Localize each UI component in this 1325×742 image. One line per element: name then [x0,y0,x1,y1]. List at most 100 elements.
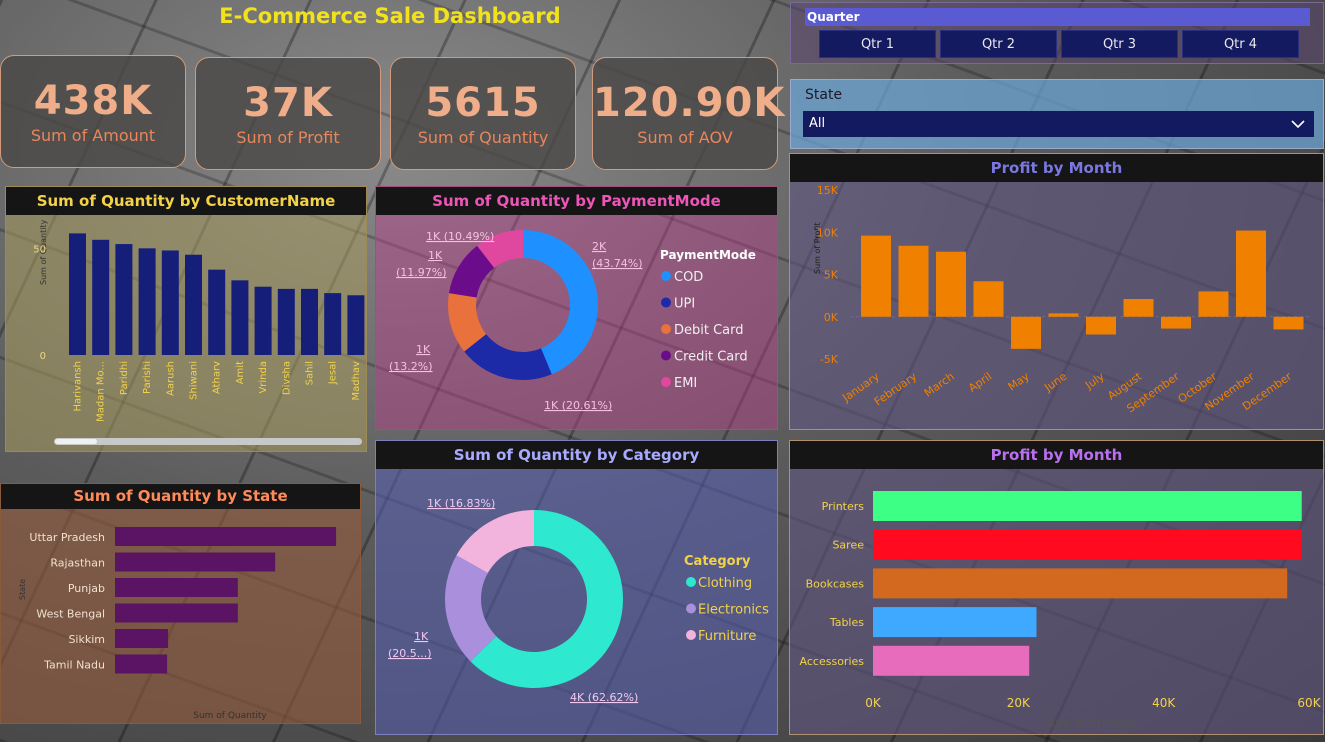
month-ytick-label: 0K [824,311,839,324]
horizontal-scrollbar[interactable] [54,438,362,445]
dashboard-title: E-Commerce Sale Dashboard [219,4,561,28]
payment-legend-marker [661,297,671,308]
product-xtick-label: 60K [1297,696,1321,710]
customer-bar [347,295,365,355]
month-bar [1048,313,1079,317]
payment-data-label: 1K [428,249,443,262]
scrollbar-thumb[interactable] [55,439,97,444]
profit-month-chart: Sum of Profit -5K0K5K10K15KJanuaryFebrua… [813,184,1310,415]
chevron-down-icon [1290,111,1306,147]
month-bar [1273,316,1304,330]
category-data-label: 1K [414,630,429,643]
kpi-card-aov[interactable]: 120.90K Sum of AOV [592,57,784,170]
category-legend-marker [686,630,696,640]
state-category-label: Punjab [68,582,105,595]
month-ytick-label: 15K [817,184,839,197]
kpi-card-amount[interactable]: 438K Sum of Amount [0,55,186,168]
category-legend-label: Clothing [698,576,752,591]
profit-month-panel: Profit by Month Sum of Profit -5K 0K 5K 10K… [789,153,1324,430]
customer-category-label: Vrinda [258,361,269,394]
state-dropdown-value: All [809,116,826,131]
payment-legend-label: COD [674,270,703,285]
customer-category-label: Sahil [305,361,316,385]
product-bar [873,607,1037,638]
customer-category-label: Harivansh [73,361,84,411]
customer-bar [185,254,202,355]
product-category-label: Bookcases [806,577,865,590]
customer-ytick-label: 0 [40,351,46,362]
state-slicer: State All [790,79,1324,149]
quarter-button-q3[interactable]: Qtr 3 [1061,30,1178,58]
payment-data-label: (13.2%) [389,360,433,373]
month-category-label: July [1082,370,1107,393]
month-category-label: March [922,370,957,400]
customer-category-label: Parishi [142,361,153,394]
customer-bar [254,286,272,355]
state-bar [115,654,168,674]
customer-bar [324,293,342,355]
category-legend-marker [686,603,696,614]
month-bar [1123,299,1154,317]
state-category-label: Sikkim [68,633,105,646]
customer-bar [69,233,86,355]
quarter-button-q2[interactable]: Qtr 2 [940,30,1057,58]
product-bar [873,529,1302,560]
customer-chart: Sum of Quantity 050Harivansh Madan Mo... P… [33,219,365,445]
kpi-card-profit[interactable]: 37K Sum of Profit [195,57,381,170]
month-bar [898,245,929,317]
state-category-label: West Bengal [36,608,105,621]
product-category-label: Tables [829,616,864,629]
state-xlabel: Sum of Quantity [193,711,267,721]
payment-legend-marker [661,324,671,334]
kpi-label: Sum of Profit [236,128,340,147]
payment-legend-label: Debit Card [674,323,744,338]
product-category-label: Printers [822,500,865,513]
product-xtick-label: 0K [865,696,882,710]
customer-bar [92,239,110,355]
state-chart-panel: Sum of Quantity by State State Sum of Qu… [0,483,361,724]
quarter-button-q1[interactable]: Qtr 1 [819,30,936,58]
customer-ytick-label: 50 [33,244,46,255]
state-ylabel: State [18,579,27,600]
month-bar [1198,291,1229,317]
product-category-label: Accessories [800,655,865,668]
product-chart-panel: Profit by Month Sum of Amount Printers Sa… [789,440,1324,735]
month-category-label: May [1006,370,1032,394]
state-slicer-label: State [805,87,843,103]
customer-category-label: Aarush [165,361,176,396]
customer-bar [115,244,133,355]
kpi-value: 37K [243,80,333,126]
category-legend-label: Furniture [698,629,756,644]
customer-category-label: Amit [235,361,246,384]
payment-legend-marker [661,350,671,361]
kpi-card-quantity[interactable]: 5615 Sum of Quantity [390,57,576,170]
customer-category-label: Madhav [351,361,362,401]
state-bar [115,603,238,623]
category-data-label: 4K (62.62%) [570,691,638,704]
payment-data-label: 1K [416,343,431,356]
product-bar [873,568,1288,599]
product-bar [873,491,1302,521]
state-category-label: Tamil Nadu [43,659,105,672]
customer-category-label: Madan Mo... [96,361,107,422]
quarter-slicer: Quarter Qtr 1 Qtr 2 Qtr 3 Qtr 4 [790,2,1324,64]
state-bar [115,578,238,597]
quarter-slicer-header: Quarter [805,8,1310,26]
customer-bar [208,269,226,355]
category-data-label: (20.5...) [388,647,432,660]
product-chart: Sum of Amount Printers Saree Bookcases Tabl… [800,491,1322,730]
category-legend-title: Category [684,554,751,569]
customer-bar [277,288,295,355]
payment-legend-label: Credit Card [674,350,748,365]
customer-category-label: Paridhi [119,361,130,395]
state-bar [115,552,276,572]
customer-category-label: Atharv [212,361,223,394]
customer-bar [301,288,318,355]
customer-category-label: Shiwani [189,361,200,400]
month-bar [973,281,1004,317]
month-ytick-label: 5K [824,269,839,282]
month-bar [1161,316,1191,329]
month-category-label: June [1041,370,1069,395]
quarter-button-q4[interactable]: Qtr 4 [1182,30,1299,58]
state-dropdown[interactable]: All [803,111,1314,137]
